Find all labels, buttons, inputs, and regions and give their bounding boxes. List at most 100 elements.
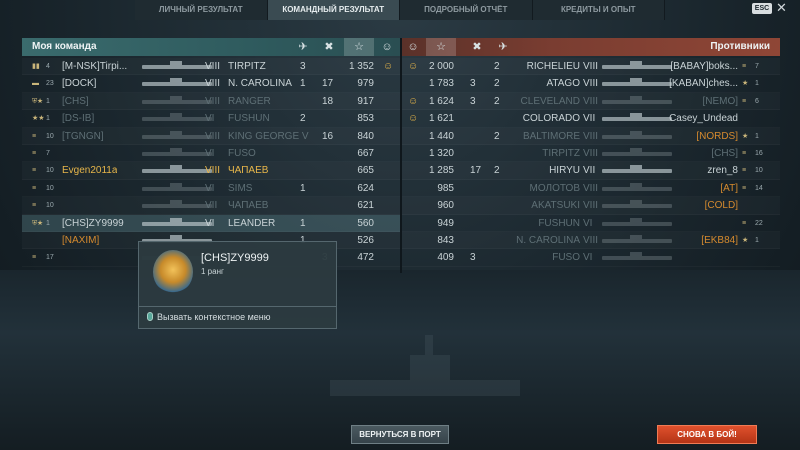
enemy-ships-destroyed-icon[interactable]: ✖ bbox=[466, 38, 488, 56]
my-team-row[interactable]: ▮▮ 4 [M-NSK]Tirpi... VIII TIRPITZ 3 1 352 ☺ bbox=[22, 58, 400, 75]
rank-badge-icon: ⛨★ bbox=[32, 219, 43, 227]
planes-destroyed: 1 bbox=[300, 217, 306, 229]
enemy-team-row[interactable]: 949 FUSHUN VI ≡ 22 bbox=[402, 215, 780, 232]
close-icon[interactable]: ✕ bbox=[776, 0, 787, 16]
player-rank: 14 bbox=[755, 184, 763, 192]
enemy-team-row[interactable]: ☺ 1 621 COLORADO VII Casey_Undead bbox=[402, 110, 780, 127]
player-rank: 1 bbox=[46, 219, 50, 227]
rank-badge-icon: ≡ bbox=[742, 149, 747, 157]
ship-tier: VI bbox=[205, 147, 215, 159]
ships-destroyed: 3 bbox=[470, 95, 476, 107]
base-xp: 667 bbox=[357, 147, 374, 159]
base-xp-sort-icon[interactable]: ☆ bbox=[344, 38, 374, 56]
tooltip-player-name: [CHS]ZY9999 bbox=[201, 252, 269, 264]
player-rank: 1 bbox=[755, 132, 759, 140]
ship-name: TIRPITZ bbox=[542, 147, 580, 159]
my-team-row[interactable]: ≡ 10 VII ЧАПАЕВ 621 bbox=[22, 197, 400, 214]
ships-destroyed-icon[interactable]: ✖ bbox=[318, 38, 340, 56]
ships-destroyed: 18 bbox=[322, 95, 334, 107]
ship-name: LEANDER bbox=[228, 217, 276, 229]
tooltip-context-menu-hint: Вызвать контекстное меню bbox=[147, 312, 271, 322]
enemy-team-row[interactable]: ☺ 1 624 3 2 CLEVELAND VIII [NEMO] ≡ 6 bbox=[402, 93, 780, 110]
ship-tier: VII bbox=[583, 165, 596, 177]
ship-name: ЧАПАЕВ bbox=[228, 165, 269, 177]
ship-name: TIRPITZ bbox=[228, 61, 266, 72]
my-team-row[interactable]: ⛨★ 1 [CHS]ZY9999 VI LEANDER 1 560 bbox=[22, 214, 400, 232]
player-rank: 1 bbox=[755, 80, 759, 88]
tab-credits-xp[interactable]: КРЕДИТЫ И ОПЫТ bbox=[532, 0, 665, 20]
enemy-team-table: ☺ 2 000 2 RICHELIEU VIII [BABAY]boks... ≡ 7 1 78… bbox=[402, 58, 780, 267]
ship-tier: VIII bbox=[205, 165, 221, 177]
enemy-team-row[interactable]: ☺ 2 000 2 RICHELIEU VIII [BABAY]boks... ≡ 7 bbox=[402, 58, 780, 75]
enemy-team-row[interactable]: 985 МОЛОТОВ VIII [AT] ≡ 14 bbox=[402, 180, 780, 197]
player-name: [CHS] bbox=[711, 147, 738, 159]
rank-badge-icon: ≡ bbox=[32, 132, 37, 140]
ship-silhouette-icon bbox=[142, 95, 212, 104]
achievements-icon[interactable]: ☺ bbox=[376, 38, 398, 56]
planes-destroyed-icon[interactable]: ✈ bbox=[292, 38, 314, 56]
player-rank: 1 bbox=[46, 115, 50, 123]
ship-name: AKATSUKI bbox=[531, 200, 580, 212]
ship-silhouette-icon bbox=[142, 113, 212, 122]
my-team-title: Моя команда bbox=[32, 41, 97, 52]
tab-detailed-report[interactable]: ПОДРОБНЫЙ ОТЧЁТ bbox=[400, 0, 533, 20]
player-rank: 16 bbox=[755, 149, 763, 157]
rank-badge-icon: ≡ bbox=[742, 184, 747, 192]
player-rank: 17 bbox=[46, 254, 54, 262]
ship-tier: VIII bbox=[583, 234, 599, 246]
my-team-row[interactable]: ★★ 1 [DS-IB] VI FUSHUN 2 853 bbox=[22, 110, 400, 127]
base-xp: 1 440 bbox=[428, 130, 454, 142]
ship-silhouette-icon bbox=[142, 200, 212, 209]
rank-badge-icon: ★ bbox=[742, 80, 749, 88]
my-team-row[interactable]: ≡ 10 VI SIMS 1 624 bbox=[22, 180, 400, 197]
player-rank: 10 bbox=[46, 202, 54, 210]
enemy-team-row[interactable]: 409 3 FUSO VI bbox=[402, 249, 780, 266]
base-xp: 1 352 bbox=[348, 61, 374, 72]
ship-silhouette-icon bbox=[142, 78, 212, 87]
rank-badge-icon: ★ bbox=[742, 236, 749, 244]
ship-name: KING GEORGE V bbox=[228, 130, 309, 142]
tab-personal-result[interactable]: ЛИЧНЫЙ РЕЗУЛЬТАТ bbox=[135, 0, 268, 20]
player-name: [NAXIM] bbox=[62, 234, 100, 246]
ships-destroyed: 17 bbox=[322, 78, 334, 90]
achievement-icon: ☺ bbox=[408, 61, 419, 72]
rank-badge-icon: ≡ bbox=[32, 149, 37, 157]
enemy-team-row[interactable]: 843 N. CAROLINA VIII [EKB84] ★ 1 bbox=[402, 232, 780, 249]
enemy-base-xp-sort-icon[interactable]: ☆ bbox=[426, 38, 456, 56]
my-team-row[interactable]: ▬ 23 [DOCK] VIII N. CAROLINA 1 17 979 bbox=[22, 75, 400, 92]
enemy-planes-destroyed-icon[interactable]: ✈ bbox=[492, 38, 514, 56]
enemy-team-row[interactable]: 960 AKATSUKI VIII [COLD] bbox=[402, 197, 780, 214]
enemy-team-row[interactable]: 1 320 TIRPITZ VIII [CHS] ≡ 16 bbox=[402, 145, 780, 162]
rank-badge-icon: ≡ bbox=[32, 167, 37, 175]
enemy-team-row[interactable]: 1 285 17 2 HIRYU VII zren_8 ≡ 10 bbox=[402, 162, 780, 179]
my-team-row[interactable]: ≡ 10 [TGNGN] VIII KING GEORGE V 16 840 bbox=[22, 128, 400, 145]
base-xp: 1 320 bbox=[428, 147, 454, 159]
base-xp: 985 bbox=[437, 182, 454, 194]
ship-silhouette-icon bbox=[602, 217, 672, 226]
player-rank: 7 bbox=[46, 149, 50, 157]
tooltip-player-rank: 1 ранг bbox=[201, 267, 224, 276]
ship-tier: VIII bbox=[583, 95, 599, 107]
ship-tier: VIII bbox=[583, 61, 599, 72]
base-xp: 472 bbox=[357, 252, 374, 264]
ship-tier: VIII bbox=[583, 130, 599, 142]
player-rank: 1 bbox=[755, 236, 759, 244]
my-team-row[interactable]: ≡ 7 VI FUSO 667 bbox=[22, 145, 400, 162]
planes-destroyed: 1 bbox=[300, 182, 306, 194]
ship-name: FUSHUN bbox=[538, 217, 580, 229]
ship-name: RICHELIEU bbox=[526, 61, 580, 72]
player-name: [AT] bbox=[720, 182, 738, 194]
battle-again-button[interactable]: СНОВА В БОЙ! bbox=[657, 425, 757, 444]
ship-tier: VI bbox=[205, 182, 215, 194]
player-name: zren_8 bbox=[707, 165, 738, 177]
enemy-team-row[interactable]: 1 440 2 BALTIMORE VIII [NORDS] ★ 1 bbox=[402, 128, 780, 145]
my-team-row[interactable]: ⛨★ 1 [CHS] VIII RANGER 18 917 bbox=[22, 93, 400, 110]
ship-tier: VIII bbox=[583, 147, 599, 159]
my-team-row[interactable]: ≡ 10 Evgen2011a VIII ЧАПАЕВ 665 bbox=[22, 162, 400, 179]
enemy-team-title: Противники bbox=[710, 41, 770, 52]
enemy-achievements-icon[interactable]: ☺ bbox=[402, 38, 424, 56]
ship-name: RANGER bbox=[228, 95, 271, 107]
enemy-team-row[interactable]: 1 783 3 2 ATAGO VIII [KABAN]ches... ★ 1 bbox=[402, 75, 780, 92]
return-to-port-button[interactable]: ВЕРНУТЬСЯ В ПОРТ bbox=[351, 425, 449, 444]
tab-team-result[interactable]: КОМАНДНЫЙ РЕЗУЛЬТАТ bbox=[267, 0, 400, 20]
